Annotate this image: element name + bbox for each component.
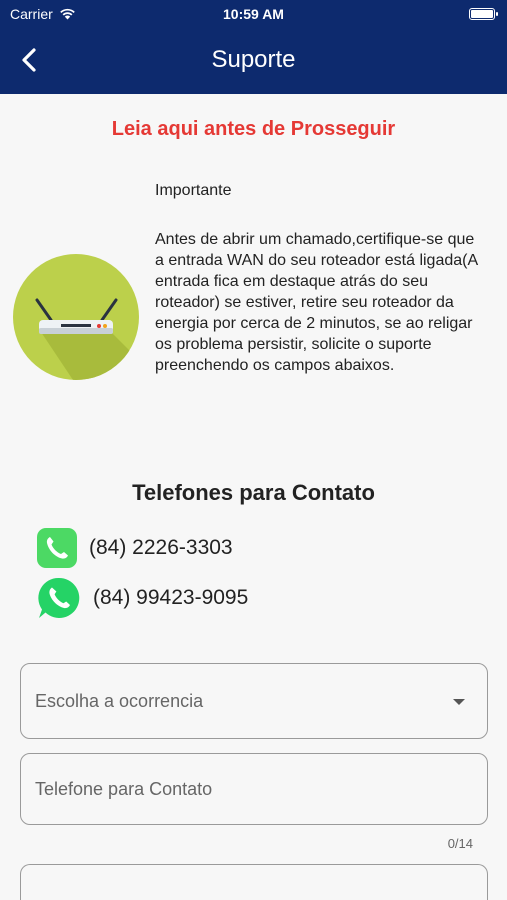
support-screen: Carrier 10:59 AM Suporte Leia aqui antes… (0, 0, 507, 900)
whatsapp-number: (84) 99423-9095 (93, 586, 249, 609)
warning-title: Leia aqui antes de Prosseguir (111, 118, 396, 140)
phone-char-counter: 0/14 (447, 836, 473, 851)
phone-contact[interactable]: (84) 2226-3303 (37, 526, 233, 570)
router-icon (35, 298, 139, 380)
app-header: Carrier 10:59 AM Suporte (0, 0, 507, 94)
phone-number: (84) 2226-3303 (89, 536, 233, 559)
contact-phone-input[interactable]: Telefone para Contato (20, 753, 488, 825)
occurrence-select[interactable]: Escolha a ocorrencia (20, 663, 488, 739)
contacts-title: Telefones para Contato (132, 480, 375, 505)
info-body: Antes de abrir um chamado,certifique-se … (155, 231, 478, 374)
phone-icon (37, 528, 77, 568)
whatsapp-icon (38, 577, 80, 618)
status-time: 10:59 AM (223, 6, 284, 22)
router-illustration (13, 254, 139, 380)
info-heading: Importante (155, 182, 232, 199)
battery-icon (469, 8, 498, 20)
occurrence-placeholder: Escolha a ocorrencia (35, 691, 204, 711)
navigation-bar: Suporte (0, 40, 507, 82)
status-bar: Carrier 10:59 AM (0, 0, 507, 30)
important-info: Importante Antes de abrir um chamado,cer… (155, 180, 487, 376)
dropdown-arrow-icon (453, 699, 465, 705)
contact-phone-placeholder: Telefone para Contato (35, 779, 213, 799)
page-title: Suporte (211, 46, 296, 73)
whatsapp-contact[interactable]: (84) 99423-9095 (37, 576, 248, 620)
next-input-field[interactable] (20, 864, 488, 900)
